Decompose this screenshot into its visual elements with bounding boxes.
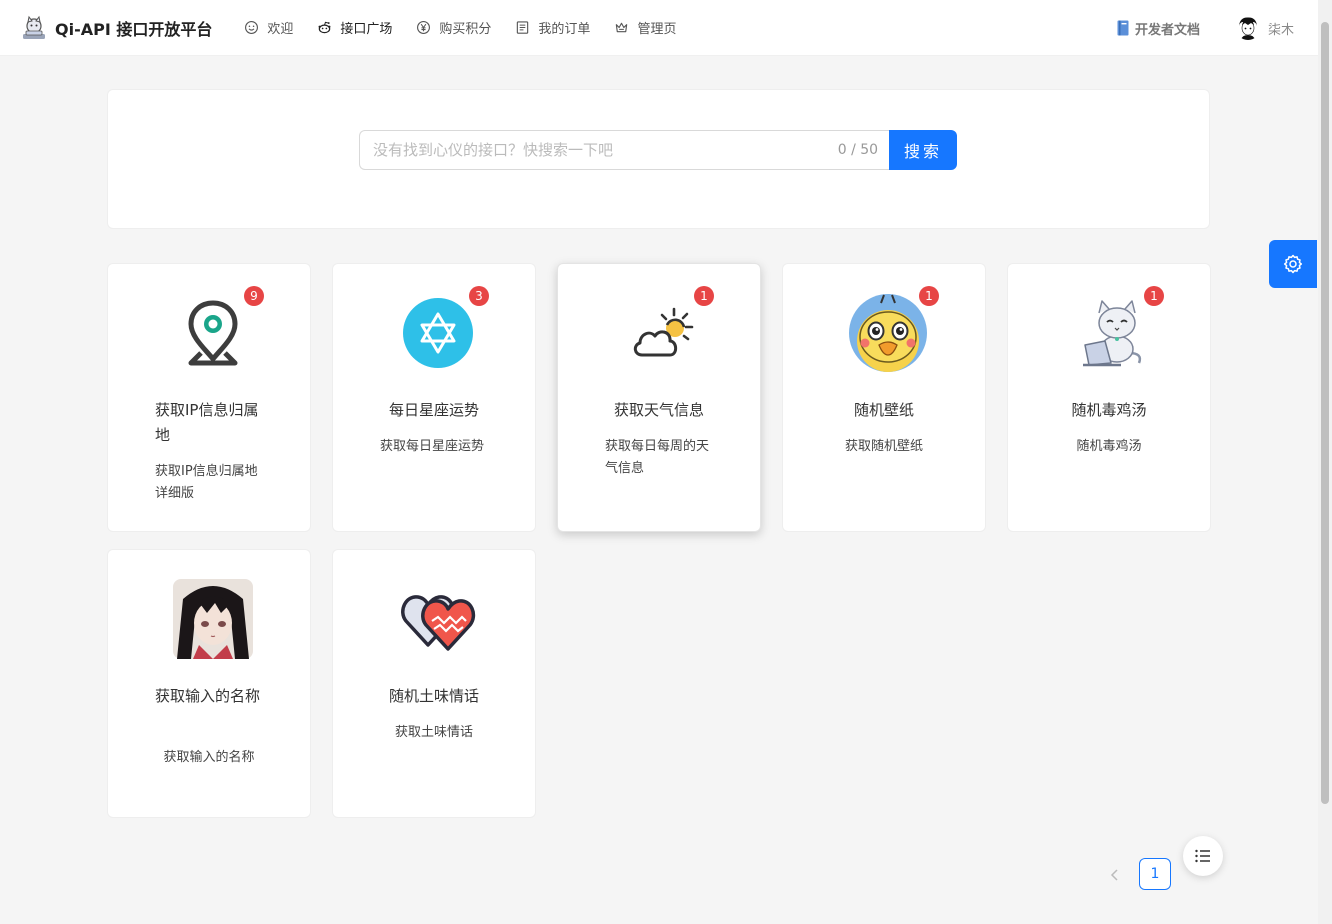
card-title: 获取输入的名称 (155, 687, 261, 705)
yuan-circle-icon (417, 21, 431, 34)
pagination-prev-button[interactable] (1104, 864, 1126, 886)
profile-icon (517, 21, 529, 34)
card-title: 随机土味情话 (388, 687, 479, 705)
cat-laptop-icon (1083, 300, 1142, 367)
user-menu[interactable]: 柒木 (1235, 16, 1294, 40)
nav-item-admin[interactable]: 管理页 (602, 0, 688, 56)
page-scrollbar[interactable] (1318, 0, 1332, 924)
call-count-badge: 9 (244, 286, 264, 306)
anime-girl-image (173, 579, 253, 659)
nav-item-my-orders[interactable]: 我的订单 (503, 0, 602, 56)
reddit-icon (318, 21, 331, 34)
nav-label: 管理页 (637, 22, 677, 37)
api-card-input-name[interactable]: 获取输入的名称 获取输入的名称 (107, 549, 311, 818)
card-image (1073, 293, 1153, 373)
card-image (398, 293, 478, 373)
api-card-ip-location[interactable]: 9 获取IP信息归属地 获取IP信息归属地详细版 (107, 263, 311, 532)
card-description: 获取每日每周的天气信息 (605, 439, 710, 476)
card-title: 每日星座运势 (388, 401, 479, 419)
list-icon (1195, 849, 1210, 863)
card-description: 获取随机壁纸 (844, 439, 923, 454)
card-image (398, 579, 478, 659)
search-box: 0 / 50 搜索 (359, 130, 957, 170)
card-title: 随机毒鸡汤 (1071, 401, 1147, 419)
weather-icon (633, 307, 694, 357)
card-description: 获取每日星座运势 (380, 439, 485, 454)
user-name: 柒木 (1267, 22, 1294, 38)
card-description: 获取输入的名称 (163, 750, 255, 765)
nav-label: 欢迎 (267, 22, 294, 37)
card-title: 获取IP信息归属地 (155, 401, 259, 444)
search-input[interactable] (371, 140, 838, 160)
avatar (1235, 16, 1260, 40)
smile-icon (245, 21, 259, 34)
api-card-wallpaper[interactable]: 1 随机壁纸 获取随机壁纸 (782, 263, 986, 532)
book-icon (1117, 20, 1129, 36)
call-count-badge: 1 (1144, 286, 1164, 306)
duck-avatar-icon (849, 294, 927, 372)
search-input-wrapper: 0 / 50 (359, 130, 890, 170)
card-description: 获取IP信息归属地详细版 (155, 464, 258, 501)
search-char-count: 0 / 50 (837, 142, 879, 158)
card-image (173, 293, 253, 373)
api-card-weather[interactable]: 1 获取天气信息 获取每日每周的天气信息 (557, 263, 761, 532)
float-list-button[interactable] (1183, 836, 1223, 876)
app-title: Qi-API 接口开放平台 (55, 19, 213, 39)
cat-logo-icon (23, 15, 45, 39)
logo[interactable]: Qi-API 接口开放平台 (20, 14, 212, 42)
nav-item-api-square[interactable]: 接口广场 (305, 0, 404, 56)
developer-docs-label: 开发者文档 (1134, 22, 1200, 38)
api-card-horoscope[interactable]: 3 每日星座运势 获取每日星座运势 (332, 263, 536, 532)
card-description: 获取土味情话 (394, 725, 473, 740)
search-panel: 0 / 50 搜索 (107, 89, 1210, 229)
main-nav: 欢迎 接口广场 购买积分 我的订单 管理页 (232, 0, 688, 56)
star-of-david-icon (403, 298, 473, 368)
card-title: 随机壁纸 (853, 401, 914, 419)
call-count-badge: 1 (919, 286, 939, 306)
api-card-chicken-soup[interactable]: 1 随机毒鸡汤 随机毒鸡汤 (1007, 263, 1211, 532)
nav-item-buy-points[interactable]: 购买积分 (404, 0, 503, 56)
card-description: 随机毒鸡汤 (1076, 439, 1142, 454)
top-header: Qi-API 接口开放平台 欢迎 接口广场 购买积分 我的订单 管理页 开发者文… (0, 0, 1318, 56)
search-button[interactable]: 搜索 (889, 130, 957, 170)
pagination-page-1[interactable]: 1 (1139, 858, 1171, 890)
api-card-love-words[interactable]: 随机土味情话 获取土味情话 (332, 549, 536, 818)
scrollbar-thumb[interactable] (1321, 22, 1329, 804)
nav-label: 购买积分 (439, 22, 492, 37)
hearts-icon (401, 595, 476, 651)
developer-docs-link[interactable]: 开发者文档 (1117, 19, 1200, 38)
call-count-badge: 3 (469, 286, 489, 306)
card-title: 获取天气信息 (613, 401, 704, 419)
chevron-left-icon (1110, 869, 1118, 881)
card-image (173, 579, 253, 659)
gear-icon (1283, 254, 1303, 274)
nav-label: 我的订单 (538, 22, 591, 37)
nav-item-welcome[interactable]: 欢迎 (232, 0, 305, 56)
call-count-badge: 1 (694, 286, 714, 306)
location-pin-icon (188, 300, 238, 366)
settings-drawer-button[interactable] (1269, 240, 1317, 288)
nav-label: 接口广场 (340, 22, 393, 37)
card-image (623, 293, 703, 373)
card-image (848, 293, 928, 373)
crown-icon (616, 22, 628, 33)
